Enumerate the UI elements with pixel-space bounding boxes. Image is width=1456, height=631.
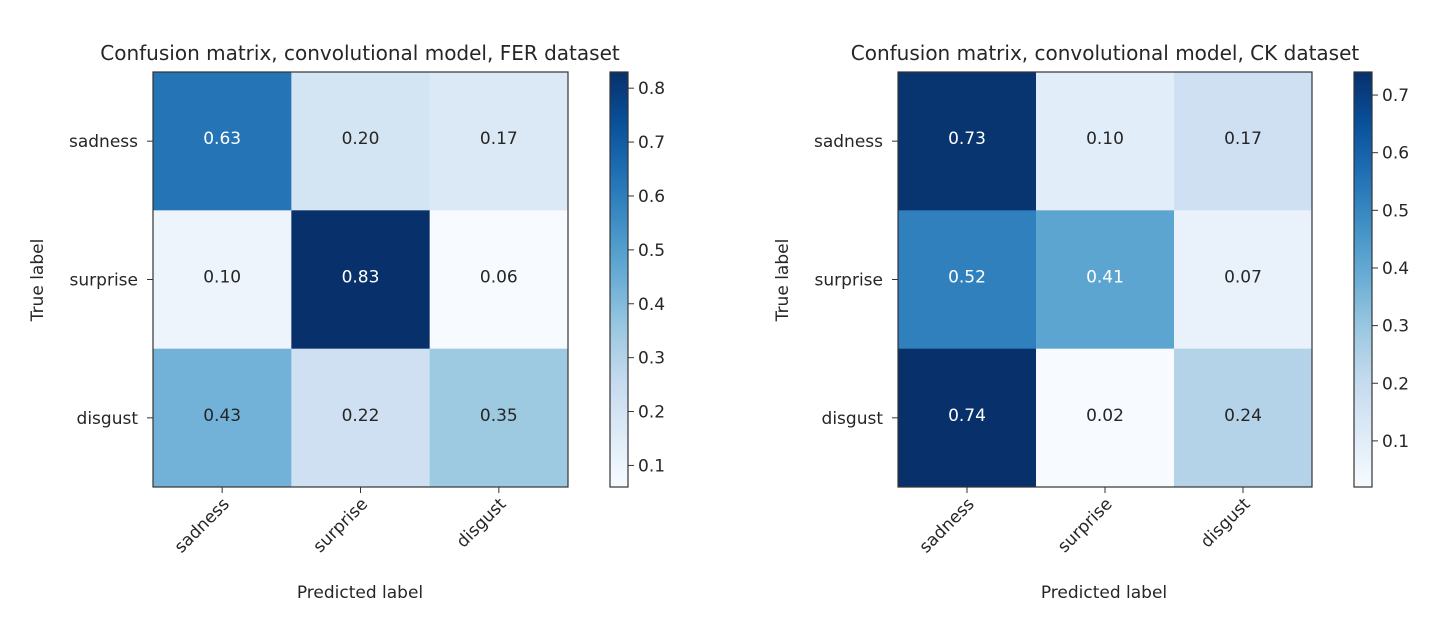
x-axis-label: Predicted label bbox=[297, 583, 423, 603]
colorbar-tick-label: 0.6 bbox=[1382, 144, 1409, 164]
cell-value-label: 0.24 bbox=[1224, 406, 1262, 426]
y-tick-label: surprise bbox=[70, 271, 138, 291]
colorbar-tick-label: 0.2 bbox=[1382, 374, 1409, 394]
colorbar: 0.1 0.2 0.3 0.4 0.5 0.6 0.7 bbox=[1353, 71, 1409, 488]
colorbar-tick-label: 0.1 bbox=[1382, 432, 1409, 452]
y-axis-ticks: sadness surprise disgust bbox=[814, 132, 898, 429]
cell-value-label: 0.41 bbox=[1086, 268, 1124, 288]
x-tick-label: sadness bbox=[916, 494, 979, 557]
cell-value-label: 0.17 bbox=[480, 129, 518, 149]
x-tick-label: surprise bbox=[1054, 494, 1117, 557]
cell-value-label: 0.83 bbox=[342, 268, 380, 288]
colorbar-tick-label: 0.3 bbox=[638, 349, 665, 369]
y-tick-label: disgust bbox=[77, 409, 139, 429]
confusion-matrix-fer: Confusion matrix, convolutional model, F… bbox=[28, 41, 665, 603]
chart-title: Confusion matrix, convolutional model, F… bbox=[100, 41, 620, 65]
y-tick-label: sadness bbox=[814, 132, 883, 152]
y-tick-label: surprise bbox=[815, 271, 883, 291]
colorbar-tick-label: 0.4 bbox=[638, 295, 665, 315]
colorbar-tick-label: 0.1 bbox=[638, 456, 665, 476]
colorbar-tick-label: 0.2 bbox=[638, 403, 665, 423]
colorbar: 0.1 0.2 0.3 0.4 0.5 0.6 0.7 0.8 bbox=[609, 71, 665, 488]
y-tick-label: sadness bbox=[69, 132, 138, 152]
colorbar-tick-label: 0.5 bbox=[1382, 201, 1409, 221]
cell-value-label: 0.06 bbox=[480, 268, 518, 288]
heatmap-cells: 0.63 0.20 0.17 0.10 0.83 0.06 0.43 0.22 0.35 bbox=[153, 72, 569, 488]
x-tick-label: sadness bbox=[171, 494, 234, 557]
confusion-matrix-ck: Confusion matrix, convolutional model, C… bbox=[773, 41, 1409, 603]
chart-title: Confusion matrix, convolutional model, C… bbox=[851, 41, 1360, 65]
x-axis-ticks: sadness surprise disgust bbox=[171, 487, 511, 557]
x-tick-label: disgust bbox=[453, 494, 511, 552]
y-axis-ticks: sadness surprise disgust bbox=[69, 132, 153, 429]
cell-value-label: 0.10 bbox=[203, 268, 241, 288]
x-tick-label: surprise bbox=[309, 494, 372, 557]
cell-value-label: 0.63 bbox=[203, 129, 241, 149]
colorbar-gradient bbox=[609, 71, 629, 488]
cell-value-label: 0.20 bbox=[342, 129, 380, 149]
x-tick-label: disgust bbox=[1197, 494, 1255, 552]
y-tick-label: disgust bbox=[822, 409, 884, 429]
colorbar-tick-label: 0.8 bbox=[638, 79, 665, 99]
cell-value-label: 0.07 bbox=[1224, 268, 1262, 288]
colorbar-tick-label: 0.4 bbox=[1382, 259, 1409, 279]
x-axis-ticks: sadness surprise disgust bbox=[916, 487, 1255, 557]
colorbar-tick-label: 0.7 bbox=[638, 133, 665, 153]
y-axis-label: True label bbox=[28, 239, 48, 323]
y-axis-label: True label bbox=[773, 239, 793, 323]
cell-value-label: 0.17 bbox=[1224, 129, 1262, 149]
cell-value-label: 0.52 bbox=[948, 268, 986, 288]
colorbar-tick-label: 0.7 bbox=[1382, 86, 1409, 106]
cell-value-label: 0.02 bbox=[1086, 406, 1124, 426]
figure: Confusion matrix, convolutional model, F… bbox=[28, 41, 1409, 603]
heatmap-cells: 0.73 0.10 0.17 0.52 0.41 0.07 0.74 0.02 0.24 bbox=[898, 72, 1313, 488]
colorbar-gradient bbox=[1353, 71, 1373, 488]
colorbar-tick-label: 0.3 bbox=[1382, 317, 1409, 337]
cell-value-label: 0.43 bbox=[203, 406, 241, 426]
cell-value-label: 0.22 bbox=[342, 406, 380, 426]
cell-value-label: 0.73 bbox=[948, 129, 986, 149]
cell-value-label: 0.74 bbox=[948, 406, 986, 426]
cell-value-label: 0.35 bbox=[480, 406, 518, 426]
colorbar-tick-label: 0.5 bbox=[638, 241, 665, 261]
x-axis-label: Predicted label bbox=[1041, 583, 1167, 603]
colorbar-tick-label: 0.6 bbox=[638, 187, 665, 207]
cell-value-label: 0.10 bbox=[1086, 129, 1124, 149]
